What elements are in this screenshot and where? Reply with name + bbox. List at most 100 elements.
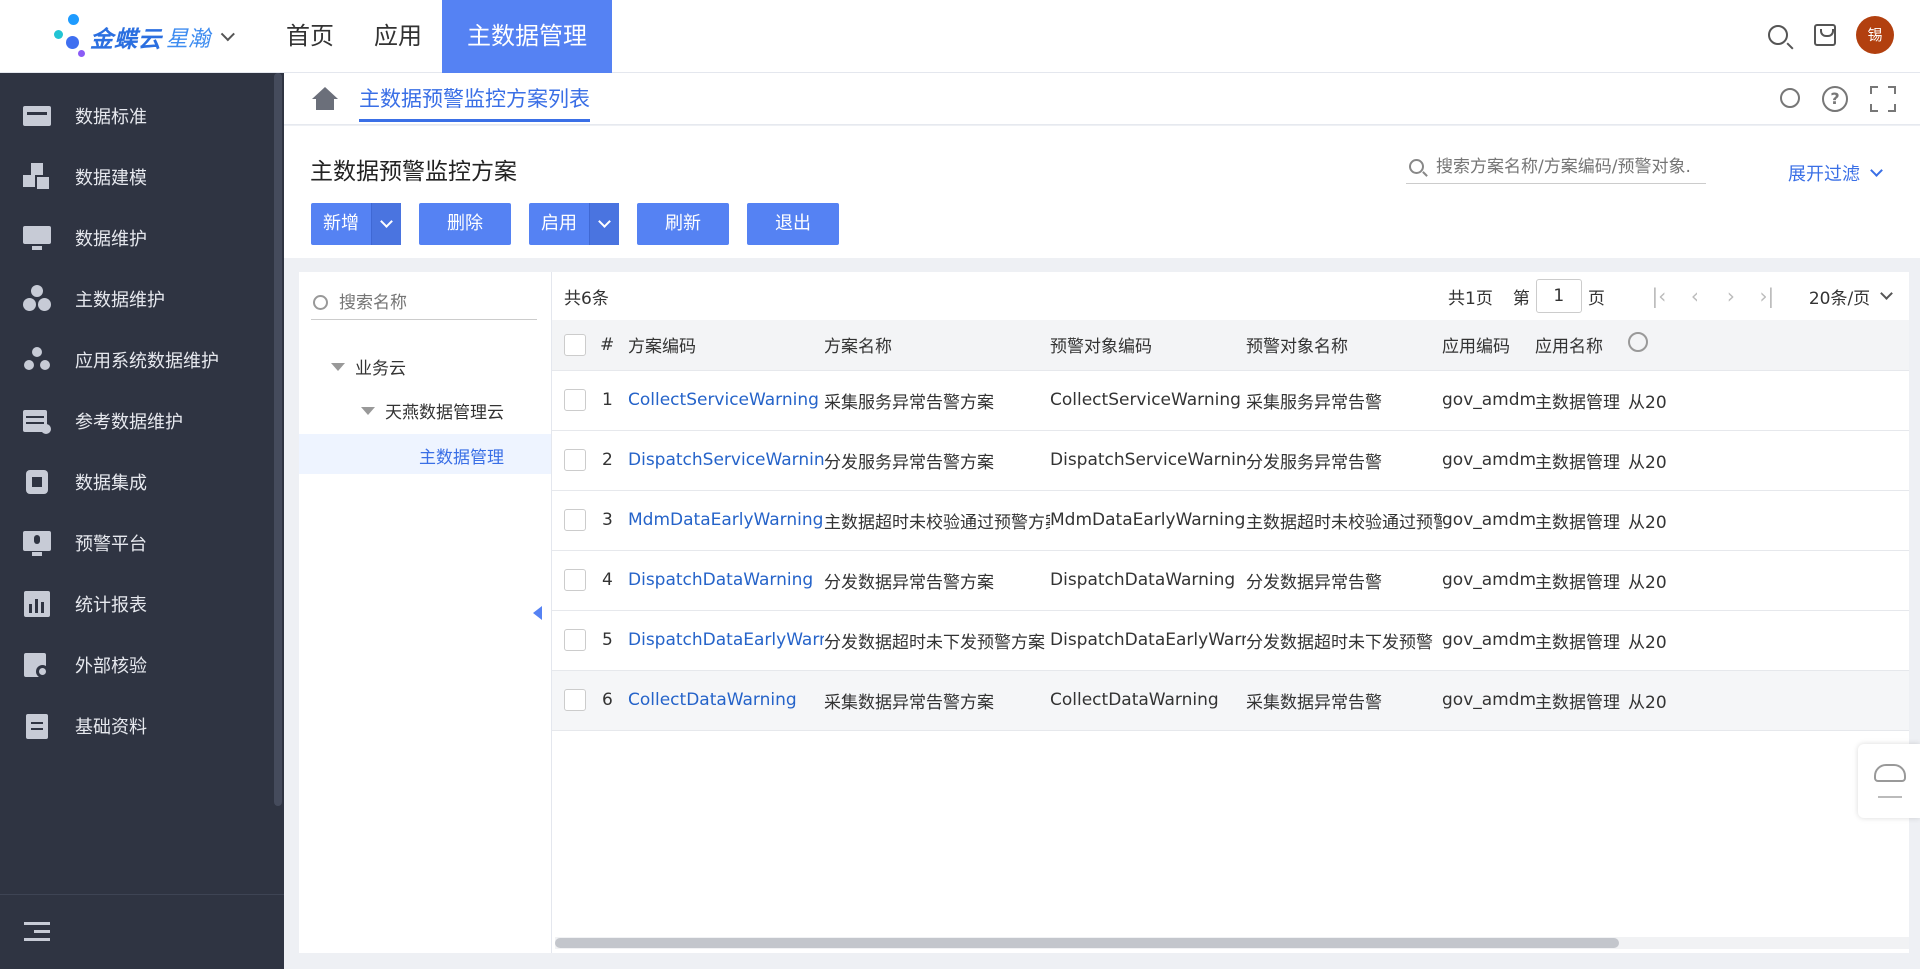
tab-warning-plan-list[interactable]: 主数据预警监控方案列表: [359, 83, 590, 122]
tree-node-child[interactable]: 天燕数据管理云: [361, 398, 504, 423]
object-name: 分发数据异常告警: [1246, 572, 1382, 593]
tree-node-root[interactable]: 业务云: [331, 354, 406, 379]
table-gear-icon: [23, 407, 51, 435]
page-input[interactable]: 1: [1535, 279, 1582, 313]
sidebar-item-app-system-data[interactable]: 应用系统数据维护: [0, 330, 284, 390]
avatar[interactable]: 锡: [1856, 16, 1894, 54]
table-row[interactable]: 6 CollectDataWarning 采集数据异常告警方案 CollectD…: [552, 670, 1909, 730]
sidebar-item-data-maintenance[interactable]: 数据维护: [0, 208, 284, 268]
first-page-icon[interactable]: |‹: [1645, 284, 1673, 308]
plan-code-link[interactable]: CollectServiceWarning: [628, 370, 824, 430]
help-icon[interactable]: ?: [1822, 86, 1848, 112]
sidebar-item-basic-data[interactable]: 基础资料: [0, 696, 284, 756]
exit-button[interactable]: 退出: [747, 203, 839, 245]
horizontal-scrollbar[interactable]: [555, 937, 1909, 949]
search-icon[interactable]: [1409, 159, 1424, 174]
blocks-icon: [23, 163, 51, 191]
chevron-down-icon[interactable]: [220, 27, 235, 42]
lightbulb-icon[interactable]: [1780, 88, 1800, 108]
plan-name: 主数据超时未校验通过预警方案: [824, 512, 1050, 533]
sidebar-item-data-integration[interactable]: 数据集成: [0, 452, 284, 512]
plan-code-link[interactable]: DispatchDataWarning: [628, 550, 824, 610]
top-nav: 首页 应用 主数据管理: [266, 0, 612, 73]
gear-icon[interactable]: [1628, 332, 1648, 353]
refresh-button[interactable]: 刷新: [637, 203, 729, 245]
sidebar-item-alert-platform[interactable]: 预警平台: [0, 513, 284, 573]
next-page-icon[interactable]: ›: [1717, 284, 1745, 308]
enable-button[interactable]: 启用: [529, 203, 619, 245]
col-app-code[interactable]: 应用编码: [1442, 320, 1535, 371]
home-icon[interactable]: [312, 87, 338, 111]
col-code[interactable]: 方案编码: [628, 320, 824, 371]
plan-code-link[interactable]: DispatchDataEarlyWarning: [628, 610, 824, 670]
plan-name: 采集数据异常告警方案: [824, 692, 994, 713]
col-name[interactable]: 方案名称: [824, 320, 1050, 371]
record-count: 共6条: [564, 289, 609, 309]
enable-dropdown-chevron-icon[interactable]: [589, 203, 619, 245]
caret-down-icon[interactable]: [361, 406, 375, 415]
clipboard-list-icon: [23, 712, 51, 740]
col-obj-code[interactable]: 预警对象编码: [1050, 320, 1246, 371]
nav-apps[interactable]: 应用: [354, 0, 442, 73]
search-icon[interactable]: [1768, 25, 1788, 45]
table-row[interactable]: 1 CollectServiceWarning 采集服务异常告警方案 Colle…: [552, 370, 1909, 430]
table-row[interactable]: 5 DispatchDataEarlyWarning 分发数据超时未下发预警方案…: [552, 610, 1909, 670]
page-size-select[interactable]: 20条/页: [1809, 284, 1894, 309]
delete-button[interactable]: 删除: [419, 203, 511, 245]
sidebar-item-data-modeling[interactable]: 数据建模: [0, 147, 284, 207]
select-all-checkbox[interactable]: [564, 333, 586, 356]
plan-code-link[interactable]: CollectDataWarning: [628, 670, 824, 730]
prev-page-icon[interactable]: ‹: [1681, 284, 1709, 308]
table-row[interactable]: 2 DispatchServiceWarning 分发服务异常告警方案 Disp…: [552, 430, 1909, 490]
clipboard-search-icon: [23, 651, 51, 679]
col-obj-name[interactable]: 预警对象名称: [1246, 320, 1442, 371]
search-input[interactable]: [1436, 154, 1700, 180]
sidebar-item-reports[interactable]: 统计报表: [0, 574, 284, 634]
add-dropdown-chevron-icon[interactable]: [371, 203, 401, 245]
cloud-float-button[interactable]: [1858, 744, 1920, 818]
sidebar-item-label: 数据标准: [75, 107, 147, 128]
scrollbar-thumb[interactable]: [555, 938, 1619, 948]
expand-filter-button[interactable]: 展开过滤: [1788, 160, 1883, 186]
fullscreen-icon[interactable]: [1870, 86, 1896, 112]
table-header: # 方案编码 方案名称 预警对象编码 预警对象名称 应用编码 应用名称: [552, 320, 1909, 371]
add-button[interactable]: 新增: [311, 203, 401, 245]
sidebar-item-label: 数据集成: [75, 473, 147, 494]
row-checkbox[interactable]: [564, 569, 586, 591]
object-name: 分发数据超时未下发预警: [1246, 632, 1433, 653]
cart-icon[interactable]: [1814, 24, 1836, 46]
plan-code-link[interactable]: DispatchServiceWarning: [628, 430, 824, 490]
exit-button-label: 退出: [775, 213, 811, 234]
row-checkbox[interactable]: [564, 689, 586, 711]
brand-logo[interactable]: 金蝶云 星瀚: [52, 14, 247, 60]
nav-mdm[interactable]: 主数据管理: [442, 0, 612, 73]
row-checkbox[interactable]: [564, 389, 586, 411]
search-icon[interactable]: [313, 295, 328, 310]
sidebar-item-master-data[interactable]: 主数据维护: [0, 269, 284, 329]
plan-code-link[interactable]: MdmDataEarlyWarning: [628, 490, 824, 550]
last-page-icon[interactable]: ›|: [1753, 284, 1781, 308]
row-index: 2: [602, 450, 613, 470]
sidebar-item-data-standard[interactable]: 数据标准: [0, 86, 284, 146]
sidebar-item-reference-data[interactable]: 参考数据维护: [0, 391, 284, 451]
row-checkbox[interactable]: [564, 449, 586, 471]
app-name: 主数据管理: [1535, 692, 1620, 713]
collapse-menu-icon[interactable]: [24, 922, 50, 942]
table-row[interactable]: 4 DispatchDataWarning 分发数据异常告警方案 Dispatc…: [552, 550, 1909, 610]
sidebar-scrollbar[interactable]: [274, 73, 282, 806]
row-index: 5: [602, 630, 613, 650]
caret-down-icon[interactable]: [331, 362, 345, 371]
table-row[interactable]: 3 MdmDataEarlyWarning 主数据超时未校验通过预警方案 Mdm…: [552, 490, 1909, 550]
row-checkbox[interactable]: [564, 509, 586, 531]
total-pages: 共1页: [1448, 288, 1493, 309]
nav-home[interactable]: 首页: [266, 0, 354, 73]
arrow-left-icon[interactable]: [533, 606, 542, 620]
col-app-name[interactable]: 应用名称: [1535, 320, 1628, 371]
tree-search-input[interactable]: [339, 290, 529, 316]
row-checkbox[interactable]: [564, 629, 586, 651]
tree-node-leaf[interactable]: 主数据管理: [419, 443, 504, 468]
brand-name: 金蝶云: [90, 27, 162, 53]
sidebar-item-external-check[interactable]: 外部核验: [0, 635, 284, 695]
breadcrumb: 主数据预警监控方案列表 ?: [284, 73, 1920, 125]
page-suffix: 页: [1587, 288, 1605, 309]
